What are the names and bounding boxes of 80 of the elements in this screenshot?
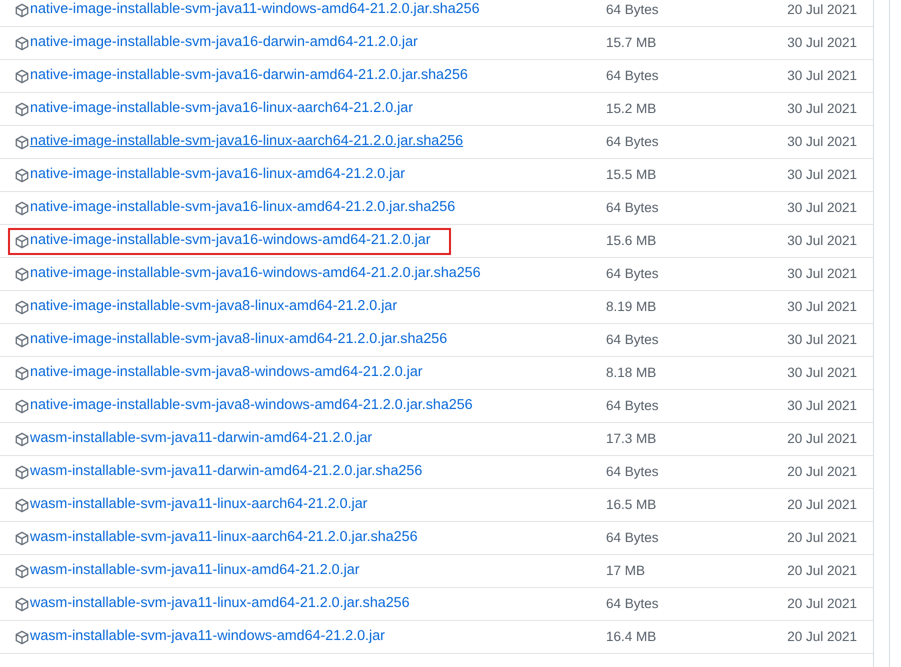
asset-link[interactable]: wasm-installable-svm-java11-windows-amd64-21.2.0.jar bbox=[30, 626, 385, 648]
package-icon bbox=[15, 464, 29, 480]
upload-date: 30 Jul 2021 bbox=[787, 364, 857, 382]
file-size: 15.5 MB bbox=[606, 166, 658, 184]
file-size: 8.19 MB bbox=[606, 298, 658, 316]
upload-date: 30 Jul 2021 bbox=[787, 66, 857, 85]
asset-link[interactable]: wasm-installable-svm-java11-linux-amd64-21.2.0.jar.sha256 bbox=[30, 593, 410, 615]
package-icon bbox=[15, 366, 29, 380]
upload-date: 30 Jul 2021 bbox=[787, 198, 857, 217]
asset-link[interactable]: wasm-installable-svm-java11-linux-aarch64-21.2.0.jar bbox=[30, 494, 368, 516]
package-icon bbox=[15, 398, 29, 414]
upload-date: 20 Jul 2021 bbox=[787, 430, 857, 448]
file-size: 64 Bytes bbox=[606, 66, 660, 85]
asset-link[interactable]: native-image-installable-svm-java16-darwin-amd64-21.2.0.jar bbox=[30, 32, 418, 54]
asset-link[interactable]: native-image-installable-svm-java8-windows-amd64-21.2.0.jar.sha256 bbox=[30, 395, 473, 417]
asset-link[interactable]: native-image-installable-svm-java16-windows-amd64-21.2.0.jar.sha256 bbox=[30, 263, 481, 285]
file-size: 15.7 MB bbox=[606, 34, 658, 52]
upload-date: 30 Jul 2021 bbox=[787, 298, 857, 316]
file-size: 64 Bytes bbox=[606, 396, 660, 415]
file-size: 17.3 MB bbox=[606, 430, 658, 448]
asset-link[interactable]: native-image-installable-svm-java16-windows-amd64-21.2.0.jar bbox=[30, 230, 430, 252]
upload-date: 20 Jul 2021 bbox=[787, 462, 857, 481]
file-size: 64 Bytes bbox=[606, 594, 660, 613]
upload-date: 30 Jul 2021 bbox=[787, 132, 857, 151]
package-icon bbox=[15, 234, 29, 248]
asset-link[interactable]: native-image-installable-svm-java8-linux-amd64-21.2.0.jar.sha256 bbox=[30, 329, 448, 351]
file-size: 17 MB bbox=[606, 562, 646, 580]
file-size: 64 Bytes bbox=[606, 0, 660, 19]
package-icon bbox=[15, 530, 29, 546]
asset-link[interactable]: native-image-installable-svm-java16-linux-amd64-21.2.0.jar bbox=[30, 164, 406, 186]
file-size: 16.4 MB bbox=[606, 628, 658, 646]
file-size: 64 Bytes bbox=[606, 330, 660, 349]
package-icon bbox=[15, 168, 29, 182]
upload-date: 20 Jul 2021 bbox=[787, 562, 857, 580]
package-icon bbox=[15, 102, 29, 116]
asset-link[interactable]: native-image-installable-svm-java16-linux-aarch64-21.2.0.jar.sha256 bbox=[30, 131, 464, 153]
file-size: 64 Bytes bbox=[606, 198, 660, 217]
upload-date: 30 Jul 2021 bbox=[787, 330, 857, 349]
asset-link[interactable]: native-image-installable-svm-java11-windows-amd64-21.2.0.jar.sha256 bbox=[30, 0, 480, 21]
asset-link[interactable]: native-image-installable-svm-java8-linux-amd64-21.2.0.jar bbox=[30, 296, 398, 318]
file-size: 64 Bytes bbox=[606, 528, 660, 547]
asset-link[interactable]: wasm-installable-svm-java11-linux-aarch64-21.2.0.jar.sha256 bbox=[30, 527, 418, 549]
asset-link[interactable]: native-image-installable-svm-java16-darwin-amd64-21.2.0.jar.sha256 bbox=[30, 65, 468, 87]
upload-date: 30 Jul 2021 bbox=[787, 232, 857, 250]
package-icon bbox=[15, 36, 29, 50]
upload-date: 30 Jul 2021 bbox=[787, 396, 857, 415]
package-icon bbox=[15, 134, 29, 150]
upload-date: 30 Jul 2021 bbox=[787, 100, 857, 118]
asset-link[interactable]: native-image-installable-svm-java8-windows-amd64-21.2.0.jar bbox=[30, 362, 423, 384]
package-icon bbox=[15, 498, 29, 512]
upload-date: 20 Jul 2021 bbox=[787, 594, 857, 613]
file-size: 16.5 MB bbox=[606, 496, 658, 514]
asset-link[interactable]: wasm-installable-svm-java11-darwin-amd64-21.2.0.jar bbox=[30, 428, 372, 450]
file-size: 64 Bytes bbox=[606, 462, 660, 481]
package-icon bbox=[15, 630, 29, 644]
package-icon bbox=[15, 300, 29, 314]
package-icon bbox=[15, 564, 29, 578]
package-icon bbox=[15, 596, 29, 612]
file-size: 64 Bytes bbox=[606, 132, 660, 151]
upload-date: 30 Jul 2021 bbox=[787, 34, 857, 52]
upload-date: 20 Jul 2021 bbox=[787, 628, 857, 646]
upload-date: 20 Jul 2021 bbox=[787, 496, 857, 514]
file-size: 8.18 MB bbox=[606, 364, 658, 382]
package-icon bbox=[15, 432, 29, 446]
file-size: 64 Bytes bbox=[606, 264, 660, 283]
asset-link[interactable]: native-image-installable-svm-java16-linux-aarch64-21.2.0.jar bbox=[30, 98, 414, 120]
asset-link[interactable]: wasm-installable-svm-java11-linux-amd64-21.2.0.jar bbox=[30, 560, 360, 582]
package-icon bbox=[15, 68, 29, 84]
package-icon bbox=[15, 2, 29, 18]
upload-date: 20 Jul 2021 bbox=[787, 0, 857, 19]
package-icon bbox=[15, 200, 29, 216]
asset-link[interactable]: native-image-installable-svm-java16-linux-amd64-21.2.0.jar.sha256 bbox=[30, 197, 456, 219]
package-icon bbox=[15, 332, 29, 348]
upload-date: 30 Jul 2021 bbox=[787, 264, 857, 283]
upload-date: 30 Jul 2021 bbox=[787, 166, 857, 184]
file-size: 15.2 MB bbox=[606, 100, 658, 118]
upload-date: 20 Jul 2021 bbox=[787, 528, 857, 547]
file-size: 15.6 MB bbox=[606, 232, 658, 250]
asset-link[interactable]: wasm-installable-svm-java11-darwin-amd64-21.2.0.jar.sha256 bbox=[30, 461, 422, 483]
package-icon bbox=[15, 266, 29, 282]
